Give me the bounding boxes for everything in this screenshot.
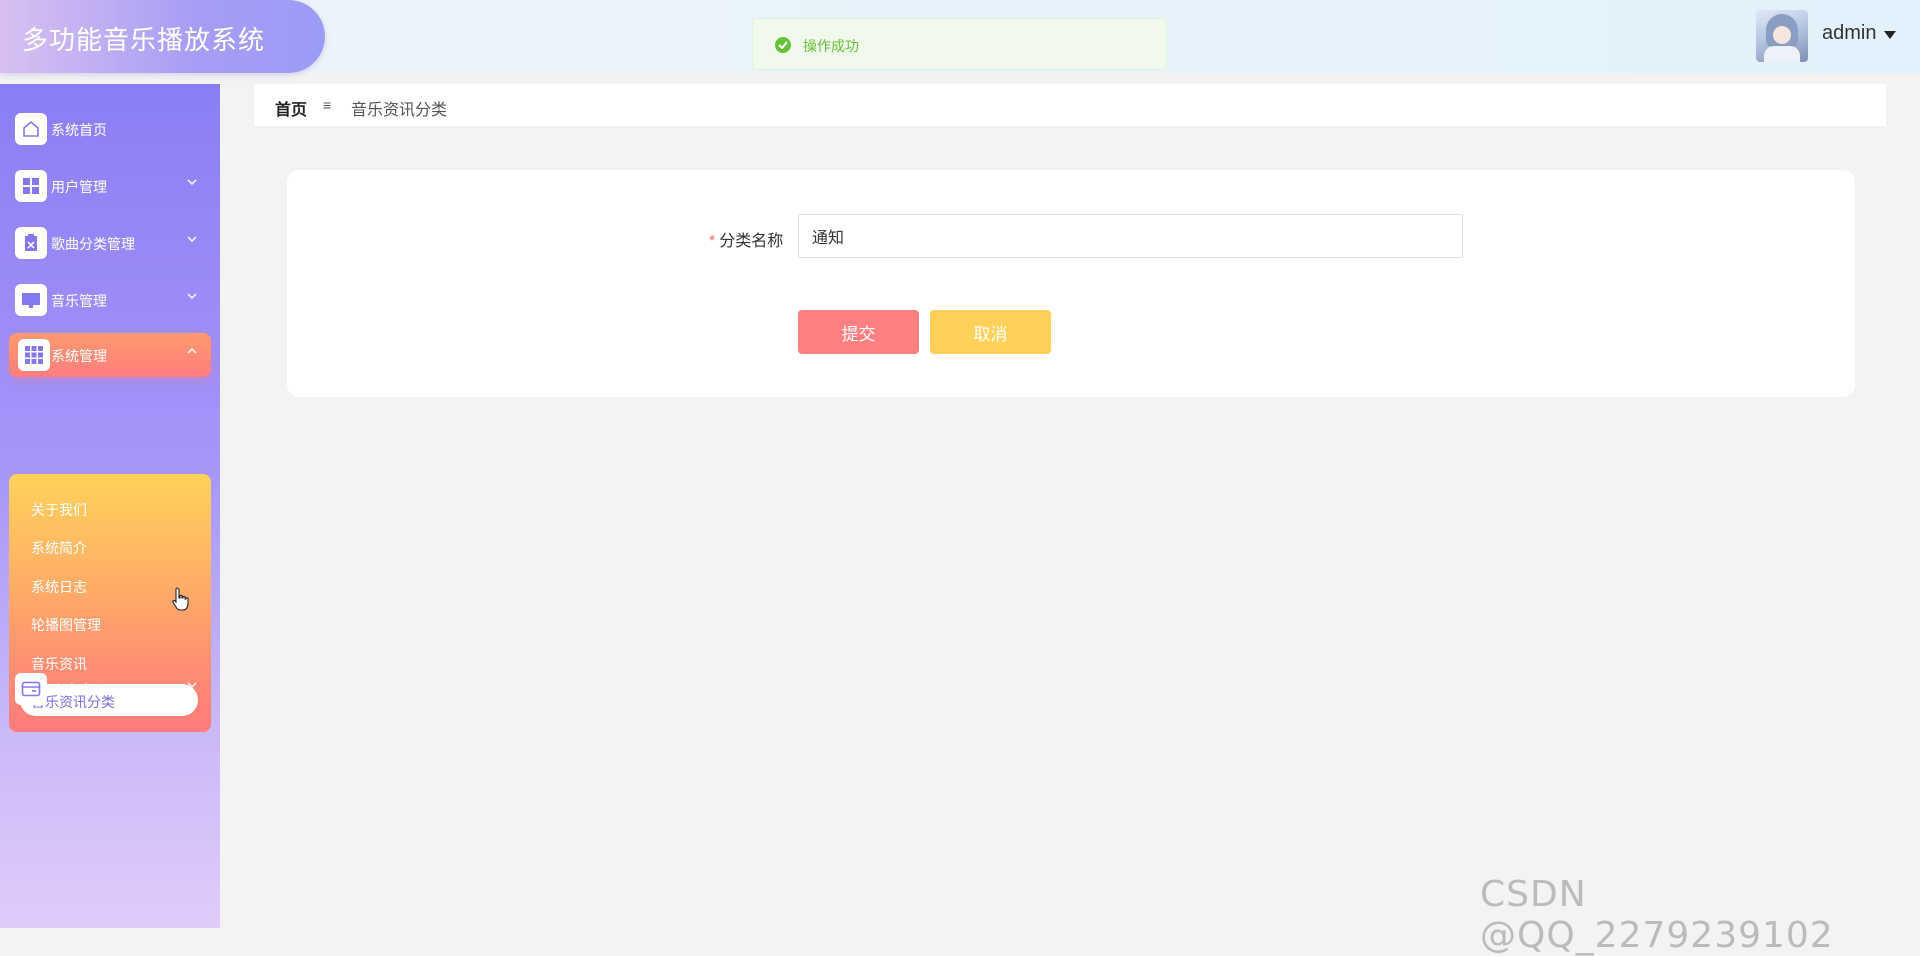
monitor-icon	[15, 284, 47, 316]
sidebar-item-label: 用户管理	[51, 179, 107, 195]
sidebar-item-users[interactable]: 用户管理	[0, 164, 220, 208]
card-icon	[15, 673, 47, 705]
apps-icon	[18, 339, 50, 371]
submenu-item-label: 系统简介	[31, 540, 87, 556]
caret-down-icon[interactable]	[1884, 31, 1896, 39]
avatar[interactable]	[1756, 10, 1808, 62]
brand-banner: 多功能音乐播放系统	[0, 0, 325, 73]
avatar-face	[1773, 26, 1791, 44]
breadcrumb-separator: ≡	[323, 97, 332, 113]
username-dropdown[interactable]: admin	[1822, 22, 1876, 45]
breadcrumb-home[interactable]: 首页	[275, 96, 307, 120]
sidebar-item-home[interactable]: 系统首页	[0, 107, 220, 151]
home-icon	[15, 113, 47, 145]
sidebar-item-profile[interactable]: 个人中心	[0, 667, 220, 711]
cancel-button[interactable]: 取消	[930, 310, 1051, 354]
submit-button[interactable]: 提交	[798, 310, 919, 354]
submenu-item-label: 关于我们	[31, 502, 87, 518]
chevron-down-icon	[187, 682, 197, 688]
breadcrumb: 首页 ≡ 音乐资讯分类	[254, 84, 1886, 126]
grid-icon	[15, 170, 47, 202]
sidebar-item-label: 音乐管理	[51, 293, 107, 309]
field-label-text: 分类名称	[719, 233, 784, 250]
sidebar-item-system[interactable]: 系统管理	[9, 333, 211, 377]
submenu-item-label: 轮播图管理	[31, 617, 101, 633]
submenu-item-intro[interactable]: 系统简介	[20, 530, 198, 562]
clipboard-icon	[15, 227, 47, 259]
category-name-label: * 分类名称	[709, 227, 783, 251]
submenu-item-about[interactable]: 关于我们	[20, 492, 198, 524]
avatar-body	[1764, 46, 1800, 62]
sidebar-item-music[interactable]: 音乐管理	[0, 278, 220, 322]
sidebar: 系统首页 用户管理 歌曲分类管理 音乐管理 系统管理 关于我们 系统简介 系统日…	[0, 84, 220, 928]
check-circle-icon	[775, 37, 791, 53]
success-toast: 操作成功	[752, 18, 1167, 70]
sidebar-item-label: 系统首页	[51, 122, 107, 138]
app-title: 多功能音乐播放系统	[22, 25, 266, 55]
breadcrumb-current: 音乐资讯分类	[351, 102, 448, 119]
top-header: 多功能音乐播放系统 操作成功 admin	[0, 0, 1920, 73]
toast-message: 操作成功	[803, 38, 859, 54]
watermark: CSDN @QQ_2279239102	[1480, 874, 1834, 956]
chevron-down-icon	[187, 179, 197, 185]
hand-cursor-icon	[172, 587, 189, 611]
sidebar-item-label: 歌曲分类管理	[51, 236, 135, 252]
chevron-up-icon	[187, 348, 197, 354]
category-name-input[interactable]	[798, 214, 1463, 258]
form-card: *分类名称 提交 取消	[287, 170, 1855, 397]
chevron-down-icon	[187, 236, 197, 242]
submenu-item-carousel[interactable]: 轮播图管理	[20, 607, 198, 639]
sidebar-item-label: 个人中心	[51, 682, 107, 698]
sidebar-item-label: 系统管理	[51, 348, 107, 364]
chevron-down-icon	[187, 293, 197, 299]
required-mark: *	[709, 233, 716, 250]
sidebar-item-song-category[interactable]: 歌曲分类管理	[0, 221, 220, 265]
submenu-item-label: 系统日志	[31, 579, 87, 595]
